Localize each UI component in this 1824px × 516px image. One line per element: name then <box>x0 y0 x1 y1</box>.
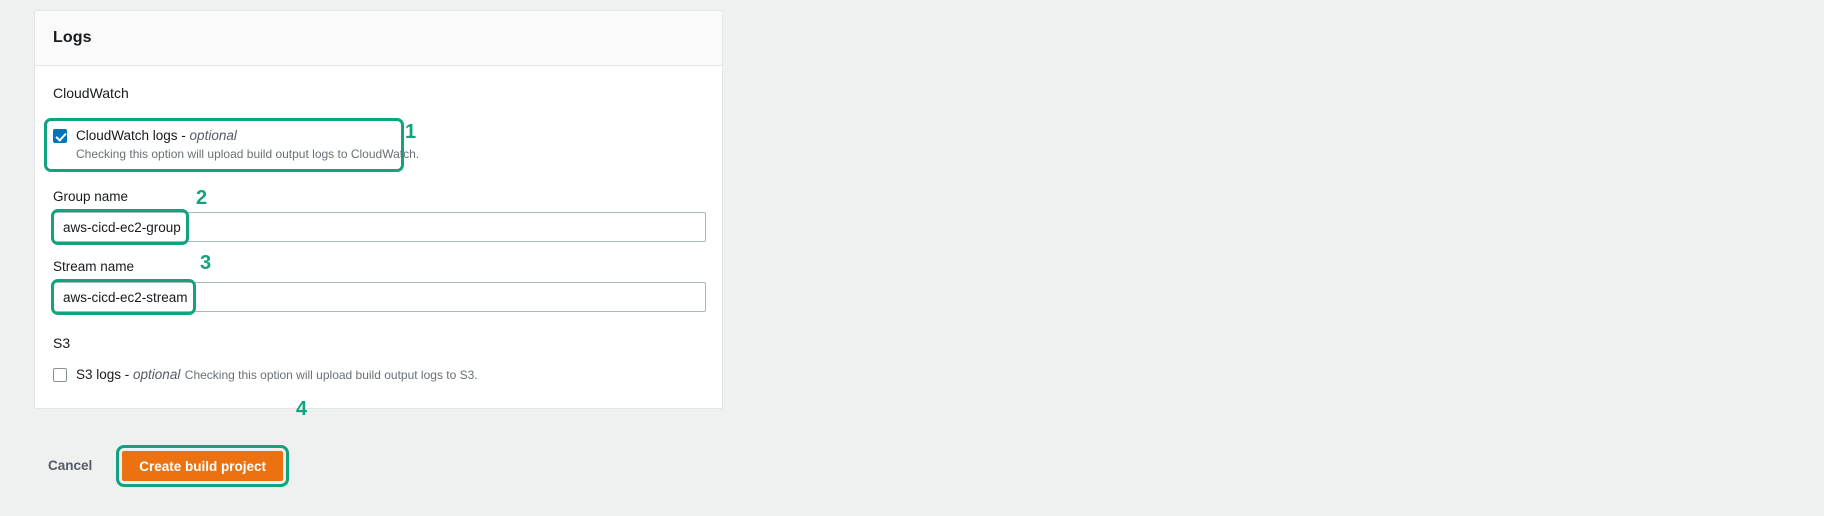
s3-logs-label: S3 logs - optional <box>76 367 180 382</box>
annotation-step-1: 1 <box>405 121 417 143</box>
group-name-input[interactable] <box>53 212 706 242</box>
cloudwatch-logs-label: CloudWatch logs - optional <box>76 128 237 143</box>
cloudwatch-section-heading: CloudWatch <box>53 85 129 101</box>
form-actions: Cancel Create build project <box>34 445 290 487</box>
logs-card: Logs CloudWatch CloudWatch logs - option… <box>34 10 723 409</box>
s3-logs-optional-tag: optional <box>133 367 181 382</box>
s3-logs-separator: - <box>121 367 134 382</box>
cancel-button[interactable]: Cancel <box>34 450 106 482</box>
cloudwatch-logs-description: Checking this option will upload build o… <box>76 147 420 161</box>
cloudwatch-logs-label-main: CloudWatch logs <box>76 128 178 143</box>
group-name-field-group: Group name <box>51 188 706 245</box>
cloudwatch-logs-separator: - <box>177 128 190 143</box>
s3-logs-checkbox-row[interactable]: S3 logs - optional Checking this option … <box>53 366 704 384</box>
card-body: CloudWatch CloudWatch logs - optional Ch… <box>35 66 722 408</box>
group-name-label: Group name <box>53 189 129 204</box>
s3-section-heading: S3 <box>53 335 71 351</box>
stream-name-label: Stream name <box>53 259 135 274</box>
cloudwatch-logs-optional-tag: optional <box>189 128 237 143</box>
cloudwatch-logs-checkbox-row[interactable]: CloudWatch logs - optional Checking this… <box>44 118 419 172</box>
cloudwatch-logs-text: CloudWatch logs - optional Checking this… <box>76 127 419 163</box>
card-header: Logs <box>35 11 722 66</box>
cloudwatch-logs-checkbox[interactable] <box>53 129 67 143</box>
s3-logs-checkbox[interactable] <box>53 368 67 382</box>
screen-root: Logs CloudWatch CloudWatch logs - option… <box>0 0 1824 516</box>
group-name-input-wrap <box>51 209 706 245</box>
create-build-project-button[interactable]: Create build project <box>122 451 284 481</box>
s3-logs-text: S3 logs - optional Checking this option … <box>76 366 478 384</box>
annotation-step-3: 3 <box>200 252 212 274</box>
s3-logs-description: Checking this option will upload build o… <box>184 368 478 382</box>
s3-logs-label-main: S3 logs <box>76 367 122 382</box>
annotation-step-4: 4 <box>296 398 308 420</box>
stream-name-input-wrap <box>51 279 706 315</box>
create-build-project-highlight-box: Create build project <box>116 445 290 487</box>
stream-name-input[interactable] <box>53 282 706 312</box>
annotation-step-2: 2 <box>196 187 208 209</box>
page-title: Logs <box>53 29 92 46</box>
stream-name-field-group: Stream name <box>51 258 706 315</box>
